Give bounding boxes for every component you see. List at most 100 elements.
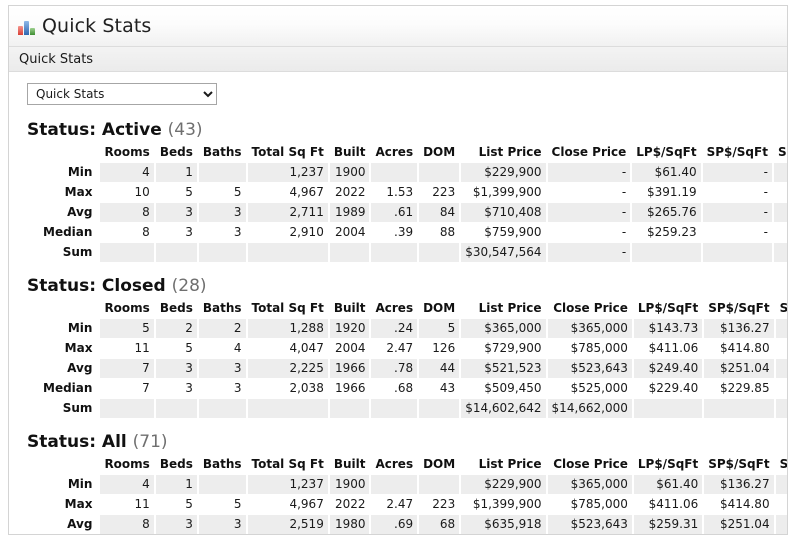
column-header: LP$/SqFt [633,299,703,318]
table-row: Avg8332,7111989.6184$710,408-$265.76-- [39,203,787,222]
table-cell: 1,237 [247,163,328,182]
table-cell: 8 [100,203,154,222]
column-header: LP$/SqFt [632,143,701,162]
table-cell: $229.40 [633,379,703,398]
column-header: Total Sq Ft [247,143,328,162]
stats-blocks: Status: Active (43) Rooms Beds Baths Total S… [27,120,787,534]
table-cell: 1980 [329,515,370,534]
table-cell: $391.19 [632,183,701,202]
table-cell: 2,910 [247,223,328,242]
row-header: Min [67,321,93,335]
table-cell: 2,519 [247,515,328,534]
table-cell: 1966 [329,359,370,378]
table-cell [702,243,772,262]
column-header: SP/LP% [775,299,787,318]
status-heading-value: Active [101,120,162,140]
table-cell: - [773,183,787,202]
table-cell: $229.85 [704,379,774,398]
table-cell: $229,900 [461,163,546,182]
column-header: Built [329,143,370,162]
table-row: Max 10 5 5 4,967 2022 1.53 223 $1,399,900- $391.1… [39,183,787,202]
table-cell: 3 [198,203,246,222]
table-cell [419,399,460,418]
column-header: List Price [461,455,546,474]
table-cell [775,399,787,418]
table-cell: $411.06 [633,339,703,358]
table-cell: 3 [155,223,197,242]
column-header: Baths [198,299,246,318]
stats-block: Status: All (71) Rooms Beds Baths Total Sq F… [27,432,787,534]
content-area: Quick Stats Status: Active (43) Rooms Beds… [9,72,787,534]
table-cell: 5 [419,319,460,338]
table-cell [371,243,418,262]
table-cell: $365,000 [547,475,632,494]
table-cell: 3 [198,515,246,534]
section-bar-label: Quick Stats [19,51,94,67]
table-cell: .78 [371,359,418,378]
table-cell: 11 [100,495,154,514]
table-cell: $521,523 [461,359,546,378]
table-cell [329,243,370,262]
status-heading-prefix: Status: [27,276,96,296]
report-select[interactable]: Quick Stats [27,83,217,105]
page-title: Quick Stats [42,14,152,37]
status-heading-count: (71) [132,432,168,452]
table-cell: 2022 [329,183,370,202]
table-row: Sum $30,547,564- [39,243,787,262]
column-header: Built [329,299,370,318]
table-cell: .61 [371,203,418,222]
table-header-row: Rooms Beds Baths Total Sq Ft Built Acres DOM Li… [39,455,787,474]
table-cell: $30,547,564 [461,243,546,262]
column-header: SP$/SqFt [704,299,774,318]
column-header: SP$/SqFt [702,143,772,162]
table-cell [198,243,246,262]
table-cell: .69 [371,515,418,534]
table-cell [371,475,418,494]
column-header: LP$/SqFt [633,455,703,474]
table-cell: $525,000 [547,379,632,398]
table-cell: 2,038 [247,379,328,398]
table-cell [371,163,418,182]
table-row: Sum $14,602,642 $14,662,000 [39,399,787,418]
table-cell: 2022 [329,495,370,514]
table-cell [247,243,328,262]
row-header: Min [67,165,93,179]
table-cell: $414.80 [704,339,774,358]
table-cell: $251.04 [704,515,774,534]
column-header: Built [329,455,370,474]
column-header: SP/LP% [775,455,787,474]
column-header: Acres [371,299,418,318]
column-header: Beds [155,299,197,318]
table-cell: $365,000 [461,319,546,338]
status-heading: Status: All (71) [27,432,787,452]
table-cell: 2 [155,319,197,338]
column-header: Total Sq Ft [247,299,328,318]
table-cell: - [547,163,631,182]
table-row: Max 11 5 4 4,047 2004 2.47 126 $729,900 $785,000 $… [39,339,787,358]
column-header: Rooms [100,143,154,162]
column-header: Close Price [547,455,632,474]
table-cell: 3 [198,359,246,378]
section-bar: Quick Stats [9,47,787,72]
table-cell [100,243,154,262]
table-corner-cell [39,143,99,162]
stats-block: Status: Active (43) Rooms Beds Baths Total S… [27,120,787,263]
column-header: Total Sq Ft [247,455,328,474]
table-cell: 8 [100,515,154,534]
table-cell: .68 [371,379,418,398]
table-cell: 1900 [329,163,370,182]
table-cell: 44 [419,359,460,378]
table-cell: 223 [419,183,460,202]
table-cell: .24 [371,319,418,338]
column-header: Acres [371,455,418,474]
table-cell: - [547,203,631,222]
table-row: Max 11 5 5 4,967 2022 2.47 223 $1,399,900 $785,00… [39,495,787,514]
table-cell: 1900 [329,475,370,494]
table-cell [198,163,246,182]
table-cell [100,399,154,418]
column-header: DOM [419,455,460,474]
table-cell: 1.53 [371,183,418,202]
table-cell: 2.47 [371,495,418,514]
table-cell: - [702,223,772,242]
column-header: DOM [419,299,460,318]
